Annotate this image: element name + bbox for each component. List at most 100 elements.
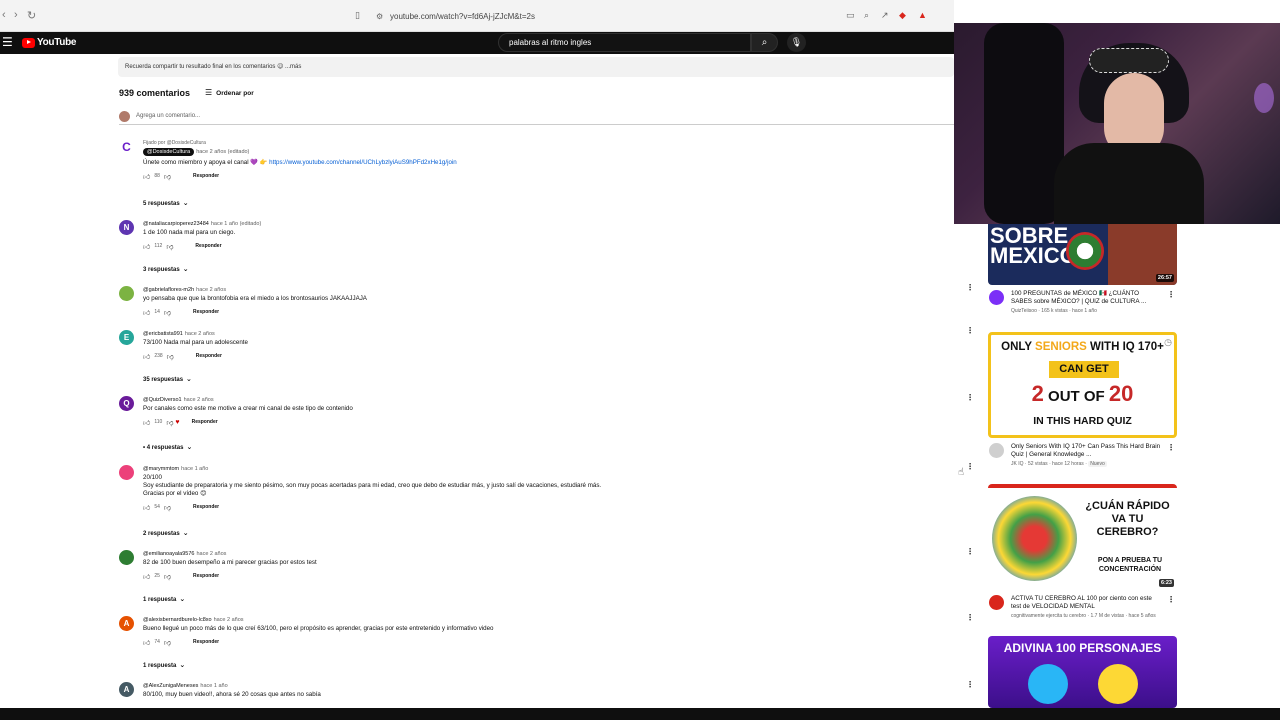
zoom-icon[interactable]: ⌕ xyxy=(864,10,869,21)
suggested-video[interactable]: SOBRE MEXICO 26:57 100 PREGUNTAS de MÉXI… xyxy=(988,224,1178,320)
menu-icon[interactable]: ☰ xyxy=(2,35,13,49)
avatar[interactable]: A xyxy=(119,616,134,631)
more-options-icon[interactable]: ⋮ xyxy=(1167,290,1175,299)
more-options-icon[interactable]: ⋮ xyxy=(966,547,974,556)
comment-author[interactable]: @marymmtom xyxy=(143,466,179,472)
comment-time[interactable]: hace 2 años xyxy=(196,287,226,293)
channel-avatar[interactable] xyxy=(989,595,1004,610)
reply-button[interactable]: Responder xyxy=(192,419,218,425)
more-options-icon[interactable]: ⋮ xyxy=(966,283,974,292)
comment-time[interactable]: hace 1 año (editado) xyxy=(211,221,261,227)
dislike-icon[interactable]: 👎︎ xyxy=(166,418,173,427)
dislike-icon[interactable]: 👎︎ xyxy=(166,242,173,251)
comment-author[interactable]: @DosisdeCultura xyxy=(143,148,195,156)
channel-avatar[interactable] xyxy=(989,443,1004,458)
join-link[interactable]: https://www.youtube.com/channel/UChLybzl… xyxy=(269,159,457,166)
more-options-icon[interactable]: ⋮ xyxy=(966,680,974,689)
video-thumbnail[interactable]: ONLY SENIORS WITH IQ 170+ CAN GET 2 OUT … xyxy=(988,332,1177,438)
like-icon[interactable]: 👍︎ xyxy=(143,242,150,251)
avatar[interactable]: E xyxy=(119,330,134,345)
show-more-link[interactable]: ...más xyxy=(285,64,301,70)
replies-toggle[interactable]: 1 respuesta ⌄ xyxy=(143,661,185,669)
replies-toggle[interactable]: 1 respuesta ⌄ xyxy=(143,595,185,603)
search-input[interactable]: palabras al ritmo ingles xyxy=(498,33,751,52)
avatar[interactable]: N xyxy=(119,220,134,235)
bookmark-icon[interactable]: ▯ xyxy=(355,10,360,21)
more-options-icon[interactable]: ⋮ xyxy=(966,613,974,622)
back-icon[interactable]: ‹ xyxy=(2,9,6,21)
dislike-icon[interactable]: 👎︎ xyxy=(164,503,171,512)
reload-icon[interactable]: ↻ xyxy=(27,9,36,22)
avatar[interactable]: Q xyxy=(119,396,134,411)
reply-button[interactable]: Responder xyxy=(193,173,219,179)
suggested-video[interactable]: ADIVINA 100 PERSONAJES xyxy=(988,636,1178,708)
reply-button[interactable]: Responder xyxy=(193,504,219,510)
comment-time[interactable]: hace 1 año xyxy=(200,683,227,689)
replies-toggle[interactable]: • 4 respuestas ⌄ xyxy=(143,443,192,451)
comment-time[interactable]: hace 1 año xyxy=(181,466,208,472)
comment-time[interactable]: hace 2 años xyxy=(185,331,215,337)
comment-author[interactable]: @nataliacarpioperez23484 xyxy=(143,221,209,227)
comment-author[interactable]: @emilianoayala9576 xyxy=(143,551,194,557)
suggested-video[interactable]: ONLY SENIORS WITH IQ 170+ CAN GET 2 OUT … xyxy=(988,332,1178,473)
like-icon[interactable]: 👍︎ xyxy=(143,418,150,427)
comment-time[interactable]: hace 2 años xyxy=(196,551,226,557)
avatar[interactable] xyxy=(119,286,134,301)
like-icon[interactable]: 👍︎ xyxy=(143,352,150,361)
share-icon[interactable]: ↗ xyxy=(881,10,889,21)
comment-author[interactable]: @gabrielaflores-m2h xyxy=(143,287,194,293)
comment-author[interactable]: @QuizDiverso1 xyxy=(143,397,182,403)
comment-author[interactable]: @ericbatista991 xyxy=(143,331,183,337)
reply-button[interactable]: Responder xyxy=(196,353,222,359)
video-thumbnail[interactable]: ¿CUÁN RÁPIDO VA TU CEREBRO? PON A PRUEBA… xyxy=(988,484,1177,590)
install-icon[interactable]: ▭ xyxy=(846,10,855,21)
like-icon[interactable]: 👍︎ xyxy=(143,503,150,512)
video-title[interactable]: 100 PREGUNTAS de MÉXICO 🇲🇽 ¿CUÁNTO SABES… xyxy=(1011,290,1161,306)
extension-icon[interactable]: ◆ xyxy=(899,10,906,21)
reply-button[interactable]: Responder xyxy=(193,573,219,579)
replies-toggle[interactable]: 2 respuestas ⌄ xyxy=(143,529,189,537)
suggested-video[interactable]: ¿CUÁN RÁPIDO VA TU CEREBRO? PON A PRUEBA… xyxy=(988,484,1178,625)
comment-author[interactable]: @AlexZunigaMeneses xyxy=(143,683,198,689)
avatar[interactable] xyxy=(119,550,134,565)
more-options-icon[interactable]: ⋮ xyxy=(966,393,974,402)
address-bar[interactable]: ⚙ youtube.com/watch?v=fd6Aj-jZJcM&t=2s xyxy=(370,8,840,25)
dislike-icon[interactable]: 👎︎ xyxy=(164,638,171,647)
comment-author[interactable]: @alexisbernardburelo-lc8xo xyxy=(143,617,212,623)
forward-icon[interactable]: › xyxy=(14,9,18,21)
mic-icon[interactable]: 🎙 xyxy=(787,33,806,52)
description-snippet[interactable]: Recuerda compartir tu resultado final en… xyxy=(118,57,954,77)
replies-toggle[interactable]: 5 respuestas ⌄ xyxy=(143,199,189,207)
avatar[interactable]: C xyxy=(119,140,134,155)
video-title[interactable]: ACTIVA TU CEREBRO AL 100 por ciento con … xyxy=(1011,595,1161,611)
comment-time[interactable]: hace 2 años xyxy=(214,617,244,623)
watch-later-icon[interactable]: ◷ xyxy=(1164,337,1172,348)
video-title[interactable]: Only Seniors With IQ 170+ Can Pass This … xyxy=(1011,443,1161,459)
site-info-icon[interactable]: ⚙ xyxy=(376,8,383,25)
video-thumbnail[interactable]: SOBRE MEXICO 26:57 xyxy=(988,224,1177,285)
comment-time[interactable]: hace 2 años (editado) xyxy=(196,149,249,155)
dislike-icon[interactable]: 👎︎ xyxy=(164,308,171,317)
search-icon[interactable]: ⌕ xyxy=(751,33,778,52)
notification-icon[interactable]: ▲ xyxy=(918,10,927,20)
reply-button[interactable]: Responder xyxy=(193,309,219,315)
more-options-icon[interactable]: ⋮ xyxy=(1167,595,1175,604)
add-comment-field[interactable]: Agrega un comentario... xyxy=(119,111,954,125)
replies-toggle[interactable]: 3 respuestas ⌄ xyxy=(143,265,189,273)
like-icon[interactable]: 👍︎ xyxy=(143,572,150,581)
more-options-icon[interactable]: ⋮ xyxy=(1167,443,1175,452)
like-icon[interactable]: 👍︎ xyxy=(143,638,150,647)
dislike-icon[interactable]: 👎︎ xyxy=(167,352,174,361)
avatar[interactable] xyxy=(119,465,134,480)
more-options-icon[interactable]: ⋮ xyxy=(966,326,974,335)
reply-button[interactable]: Responder xyxy=(195,243,221,249)
sort-button[interactable]: ☰ Ordenar por xyxy=(205,88,254,97)
dislike-icon[interactable]: 👎︎ xyxy=(164,172,171,181)
dislike-icon[interactable]: 👎︎ xyxy=(164,572,171,581)
youtube-logo[interactable]: YouTube xyxy=(22,37,77,48)
replies-toggle[interactable]: 35 respuestas ⌄ xyxy=(143,375,192,383)
comment-time[interactable]: hace 2 años xyxy=(184,397,214,403)
like-icon[interactable]: 👍︎ xyxy=(143,308,150,317)
more-options-icon[interactable]: ⋮ xyxy=(966,462,974,471)
like-icon[interactable]: 👍︎ xyxy=(143,172,150,181)
